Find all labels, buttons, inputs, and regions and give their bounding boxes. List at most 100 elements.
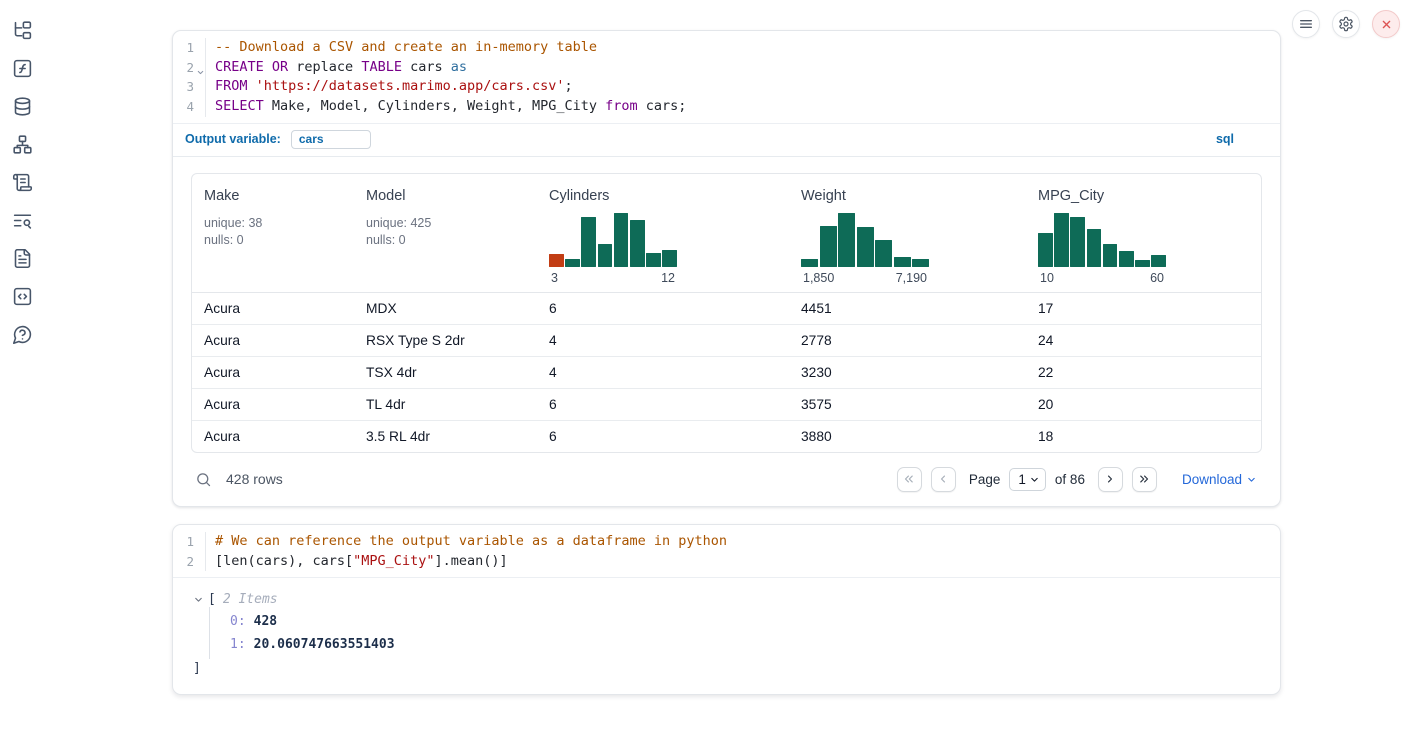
output-variable-input[interactable] [291,130,371,149]
variables-panel-button[interactable] [10,56,34,80]
menu-button[interactable] [1292,10,1320,38]
line-number-text: 3 [186,79,194,94]
pagination: Page 1 of 86 Download [897,467,1258,492]
first-page-button[interactable] [897,467,922,492]
items-count-label: 2 Items [223,592,278,607]
line-number-text: 4 [186,99,194,114]
file-tree-panel-button[interactable] [10,18,34,42]
row-count: 428 rows [226,471,283,487]
histogram-bar [581,217,596,267]
histogram-bar [894,257,911,267]
table-cell: 3230 [789,357,1026,388]
chevron-down-icon [193,594,204,605]
table-cell: 4451 [789,293,1026,324]
outline-search-icon [12,210,33,231]
code-token: TABLE [361,59,402,75]
sql-code-line[interactable]: 1-- Download a CSV and create an in-memo… [173,38,1280,58]
previous-page-button[interactable] [931,467,956,492]
outline-search-panel-button[interactable] [10,208,34,232]
output-list-item: 1:20.060747663551403 [210,633,1262,656]
table-search-button[interactable] [195,471,212,488]
code-token: ; [565,78,573,94]
column-name[interactable]: Make [204,188,342,204]
item-value: 428 [254,614,277,629]
snippets-panel-button[interactable] [10,284,34,308]
download-button[interactable]: Download [1182,472,1258,487]
table-cell: 22 [1026,357,1261,388]
code-content: SELECT Make, Model, Cylinders, Weight, M… [205,97,1280,117]
variables-icon [12,58,33,79]
histogram-bar [1135,260,1150,267]
table-cell: Acura [192,293,354,324]
page-select-value: 1 [1018,472,1026,487]
dependency-graph-panel-button[interactable] [10,132,34,156]
dependency-graph-icon [12,134,33,155]
item-key: 0: [230,614,246,629]
column-header-mpg_city: MPG_City 1060 [1026,182,1261,292]
histogram-bar [1087,229,1102,267]
histogram-bar [1038,233,1053,267]
line-number-text: 1 [186,534,194,549]
snippets-icon [12,286,33,307]
table-cell: Acura [192,357,354,388]
next-page-button[interactable] [1098,467,1123,492]
column-stat: nulls: 0 [366,232,525,249]
page-total: of 86 [1055,472,1085,487]
item-key: 1: [230,637,246,652]
documentation-panel-button[interactable] [10,246,34,270]
column-histogram[interactable] [1038,211,1166,267]
settings-button[interactable] [1332,10,1360,38]
code-token: FROM [215,78,248,94]
table-cell: 6 [537,421,789,452]
datasources-panel-button[interactable] [10,94,34,118]
table-cell: Acura [192,325,354,356]
helper-sidebar [0,18,44,346]
histogram-axis: 1060 [1038,271,1166,292]
column-stat: unique: 425 [366,215,525,232]
table-cell: 18 [1026,421,1261,452]
help-icon [12,324,33,345]
sql-code-line[interactable]: 3FROM 'https://datasets.marimo.app/cars.… [173,77,1280,97]
open-bracket: [ [208,592,216,607]
column-histogram[interactable] [801,211,929,267]
code-token: cars; [638,98,687,114]
collapse-toggle[interactable] [193,594,204,605]
python-code-line[interactable]: 2[len(cars), cars["MPG_City"].mean()] [173,552,1280,572]
python-cell: 1# We can reference the output variable … [172,524,1281,695]
help-panel-button[interactable] [10,322,34,346]
table-cell: 3575 [789,389,1026,420]
sql-code-line[interactable]: 4 SELECT Make, Model, Cylinders, Weight, … [173,97,1280,117]
python-code-line[interactable]: 1# We can reference the output variable … [173,532,1280,552]
logs-panel-button[interactable] [10,170,34,194]
code-token: ].mean()] [434,553,507,569]
column-name[interactable]: Weight [801,188,1014,204]
line-number-text: 2 [186,554,194,569]
line-number: 2 [173,552,205,572]
table-cell: 3880 [789,421,1026,452]
column-stat: unique: 38 [204,215,342,232]
table-cell: RSX Type S 2dr [354,325,537,356]
line-number: 1 [173,532,205,552]
table-cell: 6 [537,389,789,420]
page-select[interactable]: 1 [1009,468,1046,491]
line-number: 4 [173,97,205,117]
sql-cell: 1-- Download a CSV and create an in-memo… [172,30,1281,507]
file-tree-icon [12,20,33,41]
column-name[interactable]: Model [366,188,525,204]
chevron-down-icon [1028,473,1041,486]
column-name[interactable]: Cylinders [549,188,777,204]
table-cell: Acura [192,389,354,420]
sql-code-line[interactable]: 2CREATE OR replace TABLE cars as [173,58,1280,78]
histogram-bar [598,244,613,267]
histogram-bar [630,220,645,267]
last-page-button[interactable] [1132,467,1157,492]
sql-code-editor[interactable]: 1-- Download a CSV and create an in-memo… [173,31,1280,124]
menu-icon [1298,16,1314,32]
code-token: from [605,98,638,114]
axis-label-max: 60 [1150,271,1164,285]
python-code-editor[interactable]: 1# We can reference the output variable … [173,525,1280,578]
column-name[interactable]: MPG_City [1038,188,1249,204]
column-histogram[interactable] [549,211,677,267]
shutdown-button[interactable] [1372,10,1400,38]
code-token [248,78,256,94]
